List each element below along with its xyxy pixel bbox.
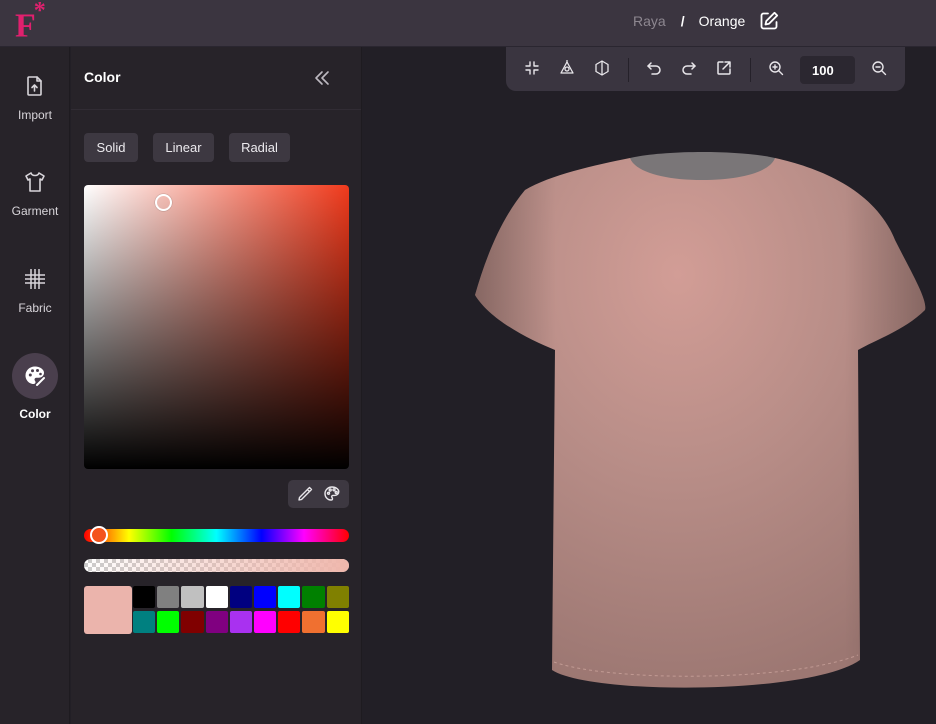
- tool-rail: Import Garment Fabric Color: [0, 47, 70, 724]
- redo-icon[interactable]: [680, 59, 698, 77]
- rail-item-color[interactable]: Color: [0, 353, 70, 421]
- panel-title: Color: [84, 69, 121, 85]
- rail-label-garment: Garment: [11, 204, 59, 218]
- rail-label-color: Color: [19, 407, 51, 421]
- rail-active-bubble: [12, 353, 58, 399]
- breadcrumb-parent[interactable]: Raya: [633, 13, 666, 29]
- color-swatch[interactable]: [229, 611, 252, 633]
- color-swatch[interactable]: [326, 611, 349, 633]
- center-model-icon[interactable]: [558, 59, 576, 77]
- rail-item-import[interactable]: Import: [0, 74, 70, 122]
- edit-square-icon[interactable]: [759, 11, 779, 31]
- logo-letter: F: [15, 7, 36, 45]
- toolbar-divider: [628, 58, 629, 82]
- top-bar: F* Raya / Orange: [0, 0, 936, 47]
- toolbar-divider: [750, 58, 751, 82]
- zoom-out-icon[interactable]: [870, 59, 888, 77]
- zoom-in-icon[interactable]: [767, 59, 785, 77]
- mode-radial-button[interactable]: Radial: [229, 133, 290, 162]
- color-tools: [288, 480, 349, 508]
- rail-item-garment[interactable]: Garment: [0, 170, 70, 218]
- eyedropper-icon[interactable]: [296, 485, 314, 503]
- palette-icon: [23, 364, 47, 388]
- breadcrumb-separator: /: [680, 13, 685, 29]
- mode-linear-button[interactable]: Linear: [153, 133, 214, 162]
- color-swatch[interactable]: [133, 611, 156, 633]
- hue-slider[interactable]: [84, 526, 349, 544]
- tshirt-3d-model[interactable]: [470, 150, 930, 705]
- preset-swatches: [133, 586, 349, 633]
- viewport-toolbar: 100: [506, 47, 905, 91]
- color-swatch[interactable]: [205, 611, 228, 633]
- breadcrumb-current: Orange: [698, 13, 746, 29]
- color-swatch[interactable]: [157, 611, 180, 633]
- color-swatch[interactable]: [205, 586, 228, 608]
- fabric-grid-icon: [23, 267, 47, 291]
- picker-handle[interactable]: [155, 193, 172, 211]
- panel-divider: [71, 109, 361, 110]
- hue-slider-handle[interactable]: [90, 526, 108, 544]
- rail-label-import: Import: [17, 108, 52, 122]
- alpha-gradient: [84, 559, 349, 572]
- 3d-view-icon[interactable]: [593, 59, 611, 77]
- tshirt-icon: [23, 170, 47, 194]
- color-swatch[interactable]: [326, 586, 349, 608]
- color-swatch[interactable]: [229, 586, 252, 608]
- zoom-input[interactable]: 100: [800, 56, 855, 84]
- undo-icon[interactable]: [645, 59, 663, 77]
- current-color-swatch: [84, 586, 132, 634]
- color-swatch[interactable]: [181, 586, 204, 608]
- rail-label-fabric: Fabric: [18, 301, 52, 315]
- mode-solid-button[interactable]: Solid: [84, 133, 138, 162]
- export-icon[interactable]: [715, 59, 733, 77]
- color-swatch[interactable]: [133, 586, 156, 608]
- alpha-slider[interactable]: [84, 559, 349, 572]
- color-swatch[interactable]: [181, 611, 204, 633]
- color-swatch[interactable]: [253, 611, 277, 633]
- color-swatch[interactable]: [302, 586, 325, 608]
- fit-view-icon[interactable]: [523, 59, 541, 77]
- color-panel: Color Solid Linear Radial: [71, 47, 362, 724]
- color-swatch[interactable]: [253, 586, 277, 608]
- color-swatch[interactable]: [278, 586, 301, 608]
- logo-mark: *: [33, 0, 46, 24]
- breadcrumb: Raya / Orange: [633, 10, 779, 32]
- saturation-value-picker[interactable]: [84, 185, 349, 469]
- palette-icon[interactable]: [323, 485, 341, 503]
- color-swatch[interactable]: [157, 586, 180, 608]
- app-logo[interactable]: F*: [15, 0, 46, 45]
- color-swatch[interactable]: [278, 611, 301, 633]
- rail-item-fabric[interactable]: Fabric: [0, 267, 70, 315]
- double-chevron-left-icon[interactable]: [311, 67, 333, 89]
- file-upload-icon: [23, 74, 47, 98]
- tshirt-side-shading: [475, 158, 926, 688]
- color-swatch[interactable]: [302, 611, 325, 633]
